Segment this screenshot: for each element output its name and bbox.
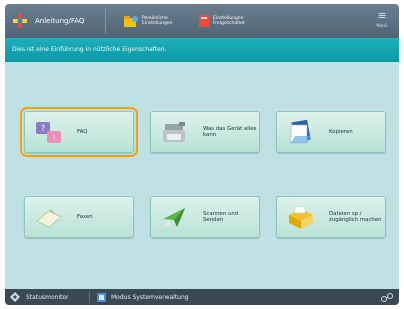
top-bar: Anleitung/FAQ Persönliche Einstellungen … (5, 4, 399, 38)
svg-text:?: ? (41, 124, 45, 133)
copy-icon (290, 120, 311, 144)
faq-button[interactable]: ? ! FAQ (20, 107, 138, 157)
fax-label: Faxen (77, 214, 93, 220)
copy-label: Kopieren (329, 129, 353, 135)
divider (105, 8, 106, 34)
status-monitor-icon (10, 292, 20, 302)
menu-button[interactable]: ≡ Menü (371, 9, 393, 33)
network-status[interactable] (381, 289, 393, 305)
divider (89, 291, 90, 303)
shortcut-settings[interactable]: Einstellungen Freigeschaltet (198, 4, 260, 38)
system-mode-label: Modus Systemverwaltung (111, 293, 189, 301)
folder-icon (289, 206, 313, 229)
faq-icon: ? ! (36, 122, 61, 143)
status-monitor-label: Statusmonitor (26, 293, 69, 301)
home-button[interactable]: Anleitung/FAQ (5, 4, 105, 38)
screen: Anleitung/FAQ Persönliche Einstellungen … (5, 4, 399, 305)
status-monitor-button[interactable]: Statusmonitor (10, 289, 69, 305)
copy-button[interactable]: Kopieren (276, 111, 386, 153)
scan-send-icon (163, 208, 185, 227)
scan-send-label: Scannen und Senden (203, 211, 239, 223)
shortcut2-label: Einstellungen Freigeschaltet (213, 16, 245, 26)
info-message: Dies ist eine Einführung in nützliche Ei… (5, 38, 399, 62)
system-management-icon (97, 292, 106, 302)
fax-icon (36, 209, 62, 228)
status-bar: Statusmonitor Modus Systemverwaltung (5, 289, 399, 305)
scan-send-button[interactable]: Scannen und Senden (150, 196, 260, 238)
fax-button[interactable]: Faxen (24, 196, 134, 238)
settings-folder-icon (124, 16, 138, 27)
shortcut1-label: Persönliche Einstellungen (142, 16, 173, 26)
shortcut-personal-settings[interactable]: Persönliche Einstellungen (123, 4, 183, 38)
access-files-label: Dateien sp./ zugänglich machen (329, 211, 382, 223)
menu-label: Menü (376, 23, 388, 28)
machine-features-label: Was das Gerät alles kann (203, 126, 257, 138)
menu-icon: ≡ (377, 9, 387, 22)
machine-features-button[interactable]: Was das Gerät alles kann (150, 111, 260, 153)
printer-icon (163, 122, 185, 142)
home-title: Anleitung/FAQ (35, 17, 85, 25)
network-icon (381, 292, 393, 302)
faq-label: FAQ (77, 129, 88, 135)
access-files-button[interactable]: Dateien sp./ zugänglich machen (276, 196, 386, 238)
settings-book-icon (199, 15, 209, 27)
home-icon (13, 14, 27, 28)
svg-text:!: ! (53, 134, 56, 142)
system-mode-indicator: Modus Systemverwaltung (97, 289, 189, 305)
